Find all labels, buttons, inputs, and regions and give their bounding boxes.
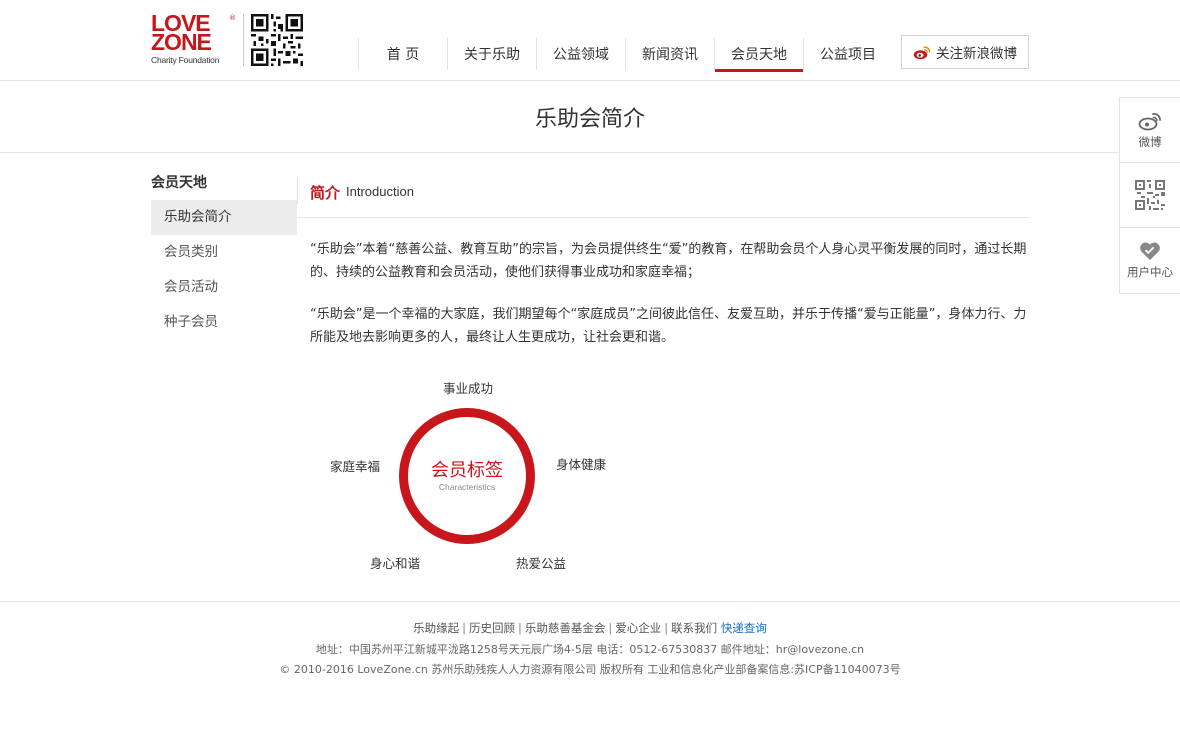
footer-copyright: © 2010-2016 LoveZone.cn 苏州乐助残疾人人力资源有限公司 … xyxy=(279,663,901,676)
footer-separator: | xyxy=(462,621,467,635)
footer-link-history[interactable]: 历史回顾 xyxy=(469,621,515,635)
left-menu-item-categories[interactable]: 会员类别 xyxy=(151,235,297,270)
member-tags-diagram: 会员标签 Characteristics 事业成功 身体健康 热爱公益 身心和谐… xyxy=(320,370,620,580)
heart-icon xyxy=(1140,242,1160,261)
footer-link-express-query[interactable]: 快递查询 xyxy=(721,621,767,635)
left-menu: 会员天地 乐助会简介 会员类别 会员活动 种子会员 xyxy=(151,170,297,340)
left-menu-item-activities[interactable]: 会员活动 xyxy=(151,270,297,305)
diagram-tag-charity: 热爱公益 xyxy=(516,556,567,571)
nav-about[interactable]: 关于乐助 xyxy=(447,38,536,70)
logo-divider xyxy=(243,14,244,66)
diagram-tag-health: 身体健康 xyxy=(556,457,607,472)
float-user-center[interactable]: 用户中心 xyxy=(1120,228,1180,293)
nav-news[interactable]: 新闻资讯 xyxy=(625,38,714,70)
left-menu-title: 会员天地 xyxy=(151,175,207,191)
floating-toolbar: 微博 用户中心 xyxy=(1119,97,1180,294)
page-banner: 乐助会简介 xyxy=(0,81,1180,153)
diagram-center-subtitle: Characteristics xyxy=(438,482,496,492)
logo-registered-mark: ® xyxy=(229,14,236,22)
nav-members[interactable]: 会员天地 xyxy=(714,38,803,72)
footer-separator: | xyxy=(608,621,613,635)
logo-text-zone: ZONE xyxy=(151,29,212,55)
weibo-icon xyxy=(913,45,931,59)
left-menu-item-intro[interactable]: 乐助会简介 xyxy=(151,200,297,235)
qr-code-icon xyxy=(1135,180,1165,210)
qr-code-icon xyxy=(251,14,303,66)
intro-paragraph-2: “乐助会”是一个幸福的大家庭，我们期望每个“家庭成员”之间彼此信任、友爱互助，并… xyxy=(310,307,1027,345)
site-header: LOVE ZONE ® Charity Foundation 首 页 关于乐助 … xyxy=(0,0,1180,81)
float-weibo-label: 微博 xyxy=(1138,134,1162,149)
diagram-tag-harmony: 身心和谐 xyxy=(370,556,421,571)
section-heading: 简介 Introduction xyxy=(297,170,1030,218)
footer-separator: | xyxy=(518,621,522,635)
footer-link-contact[interactable]: 联系我们 xyxy=(671,621,717,635)
diagram-tag-family: 家庭幸福 xyxy=(330,459,381,474)
logo-tagline: Charity Foundation xyxy=(151,55,220,65)
follow-weibo-button[interactable]: 关注新浪微博 xyxy=(901,35,1029,69)
footer-link-partners[interactable]: 爱心企业 xyxy=(615,621,661,635)
left-menu-item-seed-members[interactable]: 种子会员 xyxy=(151,305,297,340)
site-footer: 乐助缘起 | 历史回顾 | 乐助慈善基金会 | 爱心企业 | 联系我们 快递查询 地址：中国苏州… xyxy=(0,601,1180,734)
main-content: 简介 Introduction “乐助会”本着“慈善公益、教育互助”的宗旨，为会… xyxy=(297,170,1030,345)
nav-charity-fields[interactable]: 公益领域 xyxy=(536,38,625,70)
weibo-icon xyxy=(1138,112,1161,130)
follow-weibo-label: 关注新浪微博 xyxy=(936,46,1017,62)
diagram-center-title: 会员标签 xyxy=(431,460,503,481)
float-weibo[interactable]: 微博 xyxy=(1120,98,1180,163)
footer-address: 地址：中国苏州平江新城平泷路1258号天元辰广场4-5层 电话：0512-675… xyxy=(315,643,865,656)
intro-paragraph-1: “乐助会”本着“慈善公益、教育互助”的宗旨，为会员提供终生“爱”的教育，在帮助会… xyxy=(310,242,1027,280)
footer-link-foundation[interactable]: 乐助慈善基金会 xyxy=(525,621,606,635)
footer-links: 乐助缘起 | 历史回顾 | 乐助慈善基金会 | 爱心企业 | 联系我们 快递查询 xyxy=(0,620,1180,636)
heading-divider xyxy=(297,178,298,204)
footer-link-origin[interactable]: 乐助缘起 xyxy=(413,621,459,635)
page-title: 乐助会简介 xyxy=(534,106,645,132)
nav-projects[interactable]: 公益项目 xyxy=(803,38,892,70)
float-user-center-label: 用户中心 xyxy=(1127,265,1173,279)
float-qr[interactable] xyxy=(1120,163,1180,228)
section-heading-zh: 简介 xyxy=(310,184,341,202)
footer-separator: | xyxy=(664,621,669,635)
section-heading-en: Introduction xyxy=(346,184,414,199)
diagram-tag-career: 事业成功 xyxy=(443,381,494,396)
nav-home[interactable]: 首 页 xyxy=(358,38,447,70)
lovezone-logo[interactable]: LOVE ZONE ® Charity Foundation xyxy=(151,12,236,68)
main-nav: 首 页 关于乐助 公益领域 新闻资讯 会员天地 公益项目 xyxy=(358,38,892,72)
